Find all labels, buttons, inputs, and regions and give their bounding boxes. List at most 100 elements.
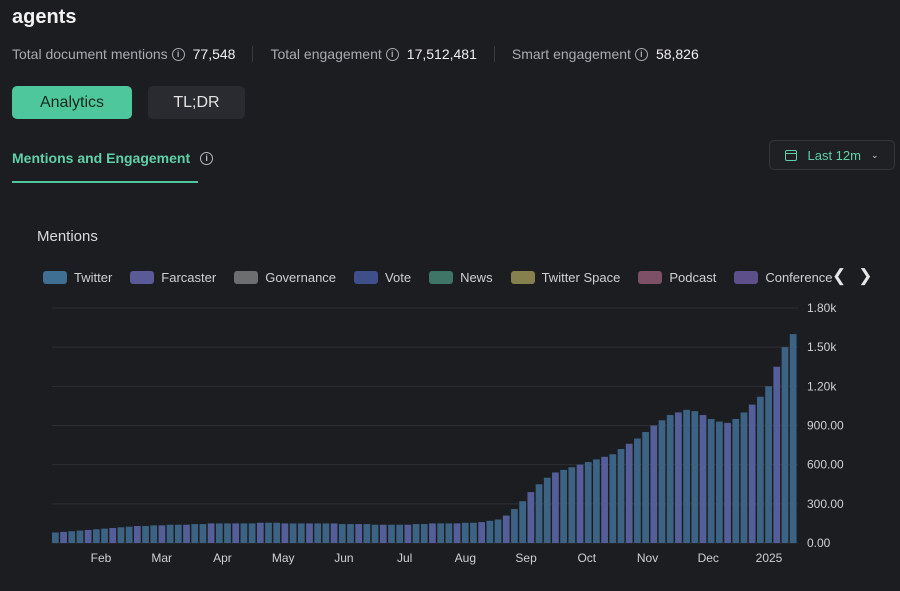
bar[interactable] — [52, 532, 59, 543]
bar[interactable] — [150, 525, 158, 543]
bar[interactable] — [543, 477, 551, 543]
bar[interactable] — [174, 524, 182, 543]
bar[interactable] — [470, 522, 477, 543]
bar[interactable] — [191, 524, 199, 543]
bar[interactable] — [437, 523, 445, 543]
bar[interactable] — [306, 523, 313, 543]
bar[interactable] — [68, 531, 76, 543]
bar[interactable] — [183, 524, 190, 543]
bar[interactable] — [740, 412, 748, 543]
bar[interactable] — [133, 526, 141, 543]
mentions-chart: 0.00 300.00 600.00 900.00 1.20k 1.50k 1.80k Feb… — [52, 301, 844, 565]
bar[interactable] — [675, 412, 682, 543]
bar[interactable] — [642, 432, 649, 543]
bar[interactable] — [224, 523, 231, 543]
bar[interactable] — [412, 524, 420, 543]
bar[interactable] — [281, 523, 289, 543]
bar[interactable] — [699, 415, 707, 543]
bar[interactable] — [256, 522, 264, 543]
bar[interactable] — [781, 347, 789, 543]
bar[interactable] — [92, 529, 100, 543]
bar[interactable] — [109, 527, 117, 543]
bar[interactable] — [757, 396, 764, 543]
bar[interactable] — [371, 524, 379, 543]
bar[interactable] — [560, 469, 567, 543]
bar[interactable] — [535, 484, 543, 543]
bar[interactable] — [502, 515, 510, 543]
bar[interactable] — [207, 523, 215, 543]
bar[interactable] — [158, 525, 166, 543]
bar[interactable] — [404, 524, 412, 543]
bar[interactable] — [601, 456, 608, 543]
bar[interactable] — [142, 526, 149, 543]
bar[interactable] — [519, 501, 526, 543]
bar[interactable] — [355, 524, 363, 543]
bar[interactable] — [552, 472, 559, 544]
bar[interactable] — [322, 523, 330, 543]
bar[interactable] — [248, 523, 256, 543]
bar[interactable] — [666, 415, 674, 543]
x-tick-label: Feb — [91, 551, 112, 565]
bar[interactable] — [265, 522, 272, 543]
bar[interactable] — [388, 524, 395, 543]
bar[interactable] — [199, 524, 207, 543]
x-tick-label: Aug — [455, 551, 476, 565]
bar[interactable] — [379, 524, 387, 543]
bar[interactable] — [486, 520, 494, 543]
bar[interactable] — [765, 386, 772, 543]
bar[interactable] — [273, 522, 281, 543]
bar[interactable] — [691, 411, 699, 543]
bar[interactable] — [289, 523, 297, 543]
bar[interactable] — [478, 522, 486, 543]
bar[interactable] — [716, 421, 723, 543]
bar[interactable] — [125, 526, 133, 543]
bar[interactable] — [347, 524, 354, 543]
bar[interactable] — [363, 524, 371, 543]
bar[interactable] — [584, 462, 592, 543]
bar[interactable] — [215, 523, 223, 543]
bar[interactable] — [453, 523, 461, 543]
bar[interactable] — [297, 523, 305, 543]
bar[interactable] — [101, 528, 108, 543]
bar[interactable] — [576, 464, 584, 543]
x-tick-label: Mar — [151, 551, 172, 565]
bar[interactable] — [748, 404, 756, 543]
bar[interactable] — [707, 418, 715, 543]
bar[interactable] — [314, 523, 322, 543]
bar[interactable] — [420, 524, 428, 543]
bar[interactable] — [789, 334, 797, 543]
bar[interactable] — [658, 420, 666, 543]
bar[interactable] — [84, 529, 92, 543]
bar[interactable] — [724, 422, 731, 543]
bar[interactable] — [683, 409, 690, 543]
bar[interactable] — [650, 425, 658, 544]
bar[interactable] — [617, 449, 625, 543]
bar[interactable] — [240, 523, 248, 543]
bar[interactable] — [609, 454, 617, 543]
x-tick-label: Jun — [334, 551, 353, 565]
bar[interactable] — [76, 530, 84, 543]
bar[interactable] — [445, 523, 453, 543]
x-tick-label: Oct — [577, 551, 596, 565]
y-tick-label: 600.00 — [807, 458, 844, 472]
bar[interactable] — [634, 438, 641, 543]
bar[interactable] — [527, 492, 535, 543]
bar[interactable] — [117, 527, 125, 543]
bar[interactable] — [232, 523, 240, 543]
bar[interactable] — [568, 467, 576, 543]
bar[interactable] — [60, 531, 67, 543]
bar[interactable] — [732, 418, 740, 543]
bar[interactable] — [511, 509, 518, 543]
bar[interactable] — [166, 524, 174, 543]
bar[interactable] — [429, 523, 436, 543]
bar[interactable] — [593, 459, 600, 543]
bar[interactable] — [494, 519, 502, 544]
bar[interactable] — [330, 523, 338, 543]
bar[interactable] — [338, 524, 346, 543]
bar[interactable] — [625, 443, 633, 543]
y-tick-label: 1.80k — [807, 301, 837, 315]
bar[interactable] — [773, 366, 781, 543]
bar[interactable] — [396, 524, 404, 543]
bar[interactable] — [461, 522, 469, 543]
y-tick-label: 0.00 — [807, 536, 831, 550]
